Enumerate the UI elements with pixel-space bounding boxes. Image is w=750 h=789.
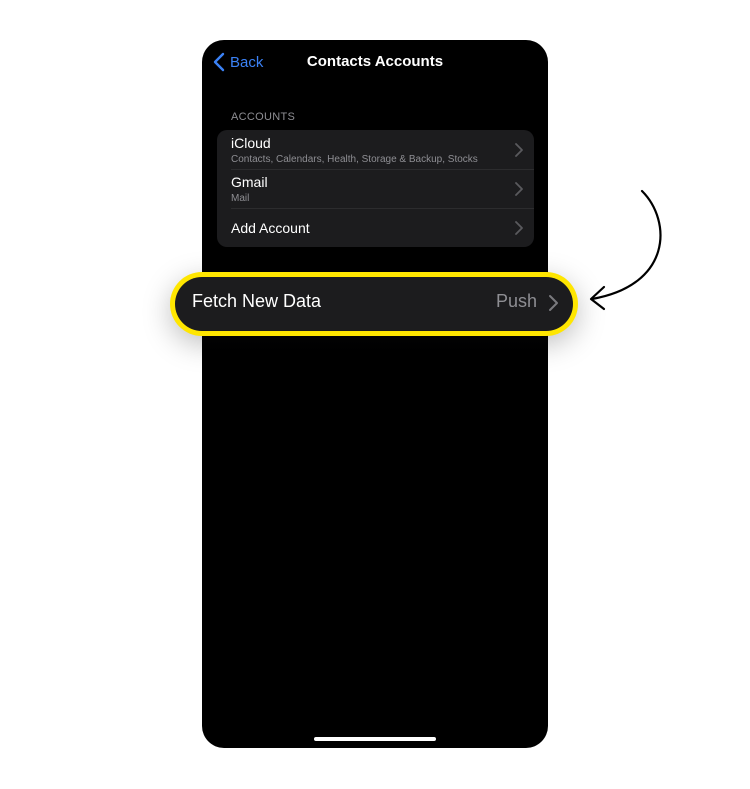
account-title: Gmail	[231, 174, 268, 190]
accounts-list: iCloud Contacts, Calendars, Health, Stor…	[217, 130, 534, 247]
account-row-gmail[interactable]: Gmail Mail	[217, 170, 534, 208]
phone-screen: Back Contacts Accounts ACCOUNTS iCloud C…	[202, 40, 548, 748]
account-title: iCloud	[231, 135, 271, 151]
account-subtitle: Contacts, Calendars, Health, Storage & B…	[231, 154, 478, 165]
add-account-label: Add Account	[231, 220, 310, 236]
chevron-right-icon	[515, 221, 523, 235]
fetch-new-data-highlight: Fetch New Data Push	[170, 272, 578, 336]
home-indicator	[314, 737, 436, 741]
fetch-new-data-label: Fetch New Data	[192, 291, 322, 311]
fetch-new-data-row[interactable]: Fetch New Data Push	[175, 277, 573, 331]
account-row-icloud[interactable]: iCloud Contacts, Calendars, Health, Stor…	[217, 130, 534, 169]
chevron-right-icon	[515, 182, 523, 196]
navigation-bar: Back Contacts Accounts	[202, 40, 548, 84]
chevron-right-icon	[549, 295, 558, 311]
fetch-new-data-value: Push	[495, 291, 537, 311]
add-account-row[interactable]: Add Account	[217, 209, 534, 247]
chevron-right-icon	[515, 143, 523, 157]
page-title: Contacts Accounts	[306, 53, 444, 70]
pointer-arrow-icon	[589, 189, 662, 311]
accounts-section-header: ACCOUNTS	[231, 111, 296, 123]
account-subtitle: Mail	[231, 193, 250, 204]
